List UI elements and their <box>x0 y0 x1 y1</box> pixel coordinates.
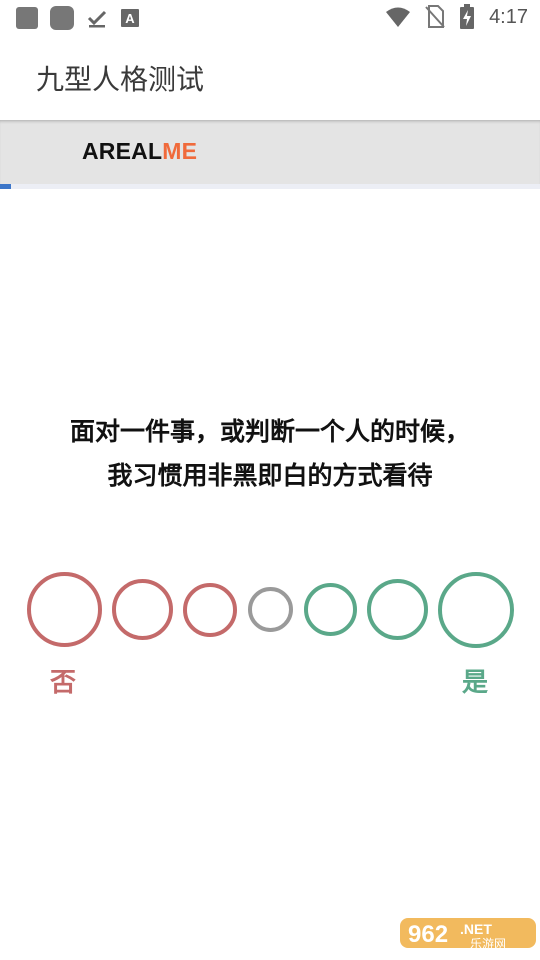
brand-logo-part2: ME <box>162 138 198 164</box>
wifi-icon <box>386 7 411 27</box>
answer-option-7[interactable] <box>438 572 514 648</box>
answer-option-1[interactable] <box>27 572 102 647</box>
page-title: 九型人格测试 <box>36 63 205 96</box>
status-right-icons: 4:17 <box>385 4 528 30</box>
brand-logo-part1: AREAL <box>82 138 163 164</box>
battery-charging-icon <box>460 4 475 29</box>
notification-square-icon <box>16 7 38 29</box>
download-done-icon <box>87 10 107 28</box>
status-time: 4:17 <box>489 5 528 28</box>
question-line-2: 我习惯用非黑即白的方式看待 <box>107 461 433 490</box>
svg-text:962: 962 <box>408 921 448 948</box>
app-square-icon <box>50 6 74 30</box>
answer-option-5[interactable] <box>304 583 357 636</box>
status-bar: A 4:17 <box>0 0 540 36</box>
scale-label-yes: 是 <box>462 668 489 698</box>
answer-option-4[interactable] <box>248 587 293 632</box>
svg-text:A: A <box>125 11 135 26</box>
question-text: 面对一件事，或判断一个人的时候， 我习惯用非黑即白的方式看待 <box>0 410 540 498</box>
answer-option-6[interactable] <box>367 579 428 640</box>
question-line-1: 面对一件事，或判断一个人的时候， <box>69 417 470 446</box>
brand-logo: AREALME <box>82 138 197 165</box>
answer-option-2[interactable] <box>112 579 173 640</box>
answer-option-3[interactable] <box>183 583 237 637</box>
status-left-icons: A <box>16 6 140 30</box>
progress-bar <box>0 184 540 189</box>
app-bar: 九型人格测试 <box>0 36 540 120</box>
brand-bar: AREALME <box>0 120 540 184</box>
svg-text:.NET: .NET <box>460 921 492 937</box>
watermark-logo: 962 .NET 乐游网 <box>400 910 536 956</box>
no-sim-icon <box>425 5 445 28</box>
svg-text:乐游网: 乐游网 <box>470 937 506 951</box>
progress-fill <box>0 184 11 189</box>
scale-label-no: 否 <box>50 668 77 698</box>
text-a-icon: A <box>121 9 139 27</box>
answer-scale <box>0 570 540 650</box>
